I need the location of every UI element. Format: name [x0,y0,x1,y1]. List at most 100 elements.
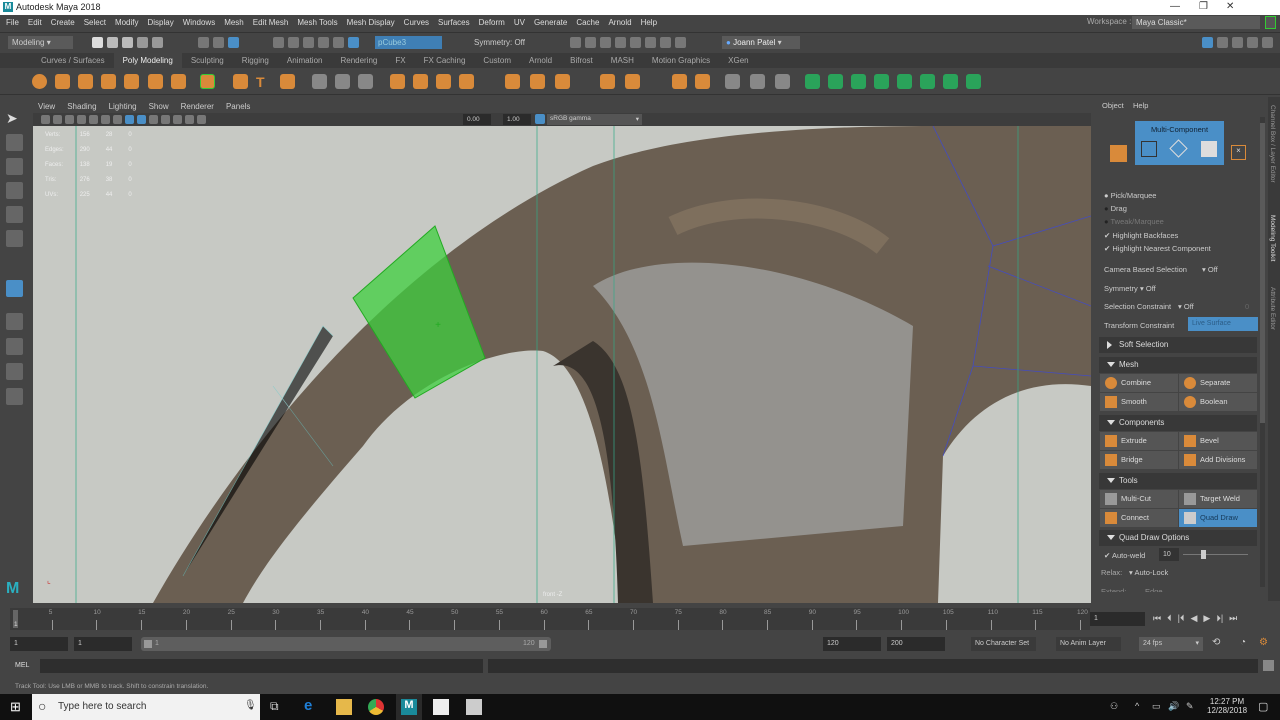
selection-constraint-dropdown[interactable]: ▾ Off [1178,302,1194,311]
channel-box-toggle-icon[interactable] [1262,37,1273,48]
fps-dropdown[interactable]: 24 fps ▾ [1139,637,1203,651]
viewport-front[interactable]: + Verts: 156 28 0 Edges: 290 44 0 Faces: 138 19 0… [33,126,1091,603]
playback-end-field[interactable]: 120 [823,637,881,651]
shelf-tab-poly-modeling[interactable]: Poly Modeling [113,53,182,68]
menu-display[interactable]: Display [148,18,174,27]
anim-layer-dropdown[interactable]: No Anim Layer [1056,637,1121,651]
edge-mode-icon[interactable] [1169,139,1188,158]
restore-button[interactable]: ❐ [1199,1,1208,12]
four-view-layout-icon[interactable] [6,338,23,355]
clock[interactable]: 12:27 PM 12/28/2018 [1207,697,1247,715]
menu-help[interactable]: Help [641,18,657,27]
poly-plane-icon[interactable] [148,74,163,89]
append-polygon-icon[interactable] [555,74,570,89]
separate-button[interactable]: Separate [1179,374,1257,392]
end-time-field[interactable]: 200 [887,637,945,651]
chrome-icon[interactable] [368,699,384,715]
close-button[interactable]: ✕ [1226,1,1234,12]
toolkit-menu-help[interactable]: Help [1133,101,1148,110]
exposure-field[interactable]: 0.00 [463,114,491,125]
photos-icon[interactable] [433,699,449,715]
play-backward-icon[interactable]: ◀ [1190,613,1197,624]
textured-icon[interactable] [149,115,158,124]
combine-shelf-icon[interactable] [312,74,327,89]
extrude-shelf-icon[interactable] [413,74,428,89]
playback-range-bar[interactable]: 1 120 [141,637,551,651]
menu-edit[interactable]: Edit [28,18,42,27]
shelf-tab-motion-graphics[interactable]: Motion Graphics [643,53,719,68]
workspace-dropdown[interactable]: Maya Classic* [1132,16,1260,29]
ipr-render-icon[interactable] [600,37,611,48]
svg-icon[interactable] [280,74,295,89]
step-back-key-icon[interactable]: ⏴ [1167,613,1172,624]
menu-select[interactable]: Select [84,18,106,27]
auto-weld-slider[interactable] [1183,550,1248,559]
menu-mesh-tools[interactable]: Mesh Tools [297,18,337,27]
uv-layout-icon[interactable] [920,74,935,89]
single-perspective-layout-icon[interactable] [6,313,23,330]
multi-cut-shelf-icon[interactable] [625,74,640,89]
start-time-field[interactable]: 1 [10,637,68,651]
tools-section[interactable]: Tools [1099,473,1257,489]
color-management-icon[interactable] [535,114,545,124]
snap-surface-icon[interactable] [333,37,344,48]
bridge-button[interactable]: Bridge [1100,451,1178,469]
uv-spherical-icon[interactable] [851,74,866,89]
boolean-button[interactable]: Boolean [1179,393,1257,411]
pick-marquee-radio[interactable]: ● Pick/Marquee [1104,191,1156,200]
hypershade-icon[interactable] [630,37,641,48]
go-to-start-icon[interactable]: ⏮ [1153,613,1161,624]
rotate-tool-icon[interactable] [6,206,23,223]
toolkit-scrollbar[interactable] [1260,117,1265,587]
live-object-field[interactable]: pCube3 [375,36,442,49]
arnold-render-icon[interactable] [660,37,671,48]
menu-arnold[interactable]: Arnold [608,18,631,27]
mirror-icon[interactable] [775,74,790,89]
super-shape-icon[interactable] [233,74,248,89]
outliner-layout-icon[interactable] [6,363,23,380]
uv-sew-icon[interactable] [966,74,981,89]
uv-camera-icon[interactable] [897,74,912,89]
quad-draw-button[interactable]: Quad Draw [1179,509,1257,527]
face-mode-icon[interactable] [1201,141,1217,157]
snap-view-icon[interactable] [318,37,329,48]
fill-hole-icon[interactable] [505,74,520,89]
range-start-handle[interactable] [144,640,152,648]
bevel-shelf-icon[interactable] [459,74,474,89]
scale-tool-icon[interactable] [6,230,23,247]
camera-select-icon[interactable] [41,115,50,124]
uv-auto-icon[interactable] [874,74,889,89]
highlight-backfaces-checkbox[interactable]: ✔ Highlight Backfaces [1104,231,1178,240]
vertex-mode-icon[interactable] [1141,141,1157,157]
add-divisions-button[interactable]: Add Divisions [1179,451,1257,469]
resolution-gate-icon[interactable] [113,115,122,124]
shelf-tab-sculpting[interactable]: Sculpting [182,53,233,68]
smooth-button[interactable]: Smooth [1100,393,1178,411]
select-object-icon[interactable] [213,37,224,48]
shelf-tab-curves-surfaces[interactable]: Curves / Surfaces [32,53,114,68]
menu-surfaces[interactable]: Surfaces [438,18,470,27]
components-section[interactable]: Components [1099,415,1257,431]
symmetry-dropdown[interactable]: Symmetry: Off [470,36,535,49]
script-editor-icon[interactable] [1263,660,1274,671]
uv-cylindrical-icon[interactable] [828,74,843,89]
pen-icon[interactable]: ✎ [1186,701,1194,712]
panel-menu-view[interactable]: View [38,102,55,111]
platonic-solid-icon[interactable] [200,74,215,89]
shelf-tab-animation[interactable]: Animation [278,53,332,68]
bevel-button[interactable]: Bevel [1179,432,1257,450]
menu-mesh-display[interactable]: Mesh Display [347,18,395,27]
lasso-tool-icon[interactable] [6,134,23,151]
save-scene-icon[interactable] [122,37,133,48]
film-gate-icon[interactable] [101,115,110,124]
poly-disc-icon[interactable] [171,74,186,89]
menu-create[interactable]: Create [51,18,75,27]
poly-text-icon[interactable]: T [256,74,271,90]
calculator-icon[interactable] [466,699,482,715]
file-explorer-icon[interactable] [336,699,352,715]
shelf-tab-mash[interactable]: MASH [602,53,643,68]
shelf-tab-arnold[interactable]: Arnold [520,53,561,68]
notifications-icon[interactable]: ▢ [1258,700,1268,713]
snap-grid-icon[interactable] [273,37,284,48]
multi-component-button[interactable]: Multi-Component [1135,121,1224,165]
